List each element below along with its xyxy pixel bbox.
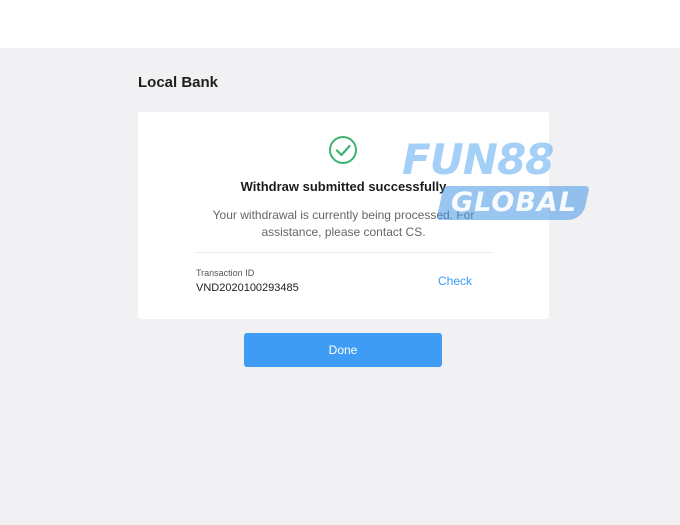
transaction-id-label: Transaction ID: [196, 268, 255, 278]
top-bar: [0, 0, 680, 48]
watermark-line2: GLOBAL: [450, 187, 578, 218]
done-button[interactable]: Done: [244, 333, 442, 367]
watermark-logo: FUN88 GLOBAL: [400, 135, 590, 224]
check-link[interactable]: Check: [438, 274, 472, 288]
page-title: Local Bank: [138, 74, 219, 91]
transaction-id-value: VND2020100293485: [196, 282, 299, 294]
check-circle-icon: [329, 136, 357, 164]
watermark-line1: FUN88: [402, 135, 554, 184]
divider: [195, 252, 492, 253]
